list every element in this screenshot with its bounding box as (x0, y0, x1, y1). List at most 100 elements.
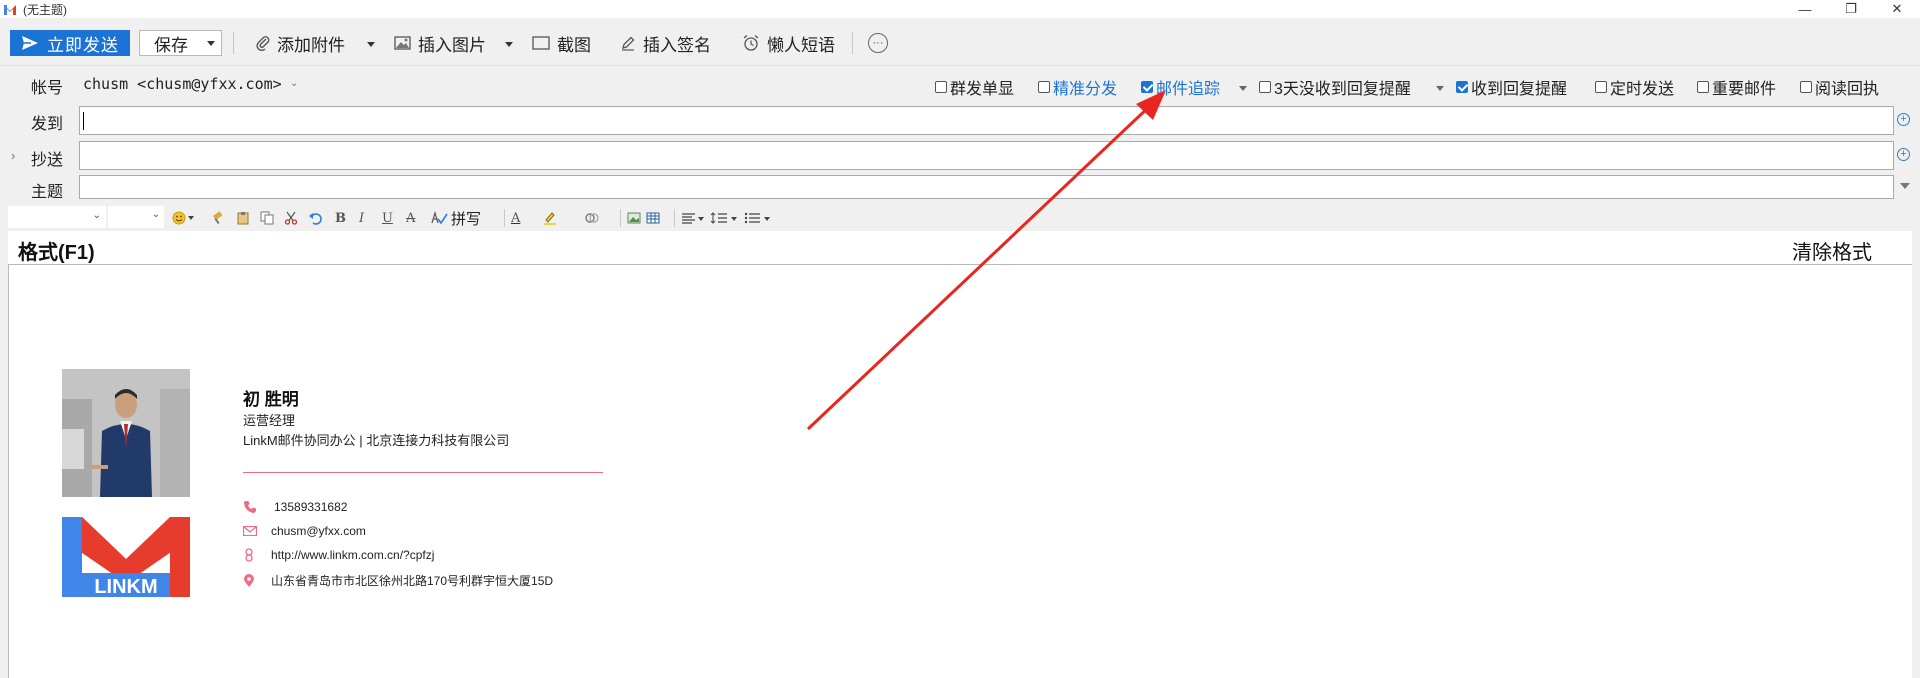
image-icon (394, 36, 411, 50)
insert-signature-label: 插入签名 (643, 35, 711, 55)
precise-send-label: 精准分发 (1053, 81, 1118, 98)
insert-image-dropdown-caret-icon[interactable] (505, 42, 513, 47)
window-title: (无主题) (23, 2, 67, 17)
close-icon: ✕ (1891, 1, 1903, 16)
expand-bcc-chevron-icon[interactable]: › (11, 148, 15, 163)
title-bar: (无主题) (0, 0, 1920, 18)
screenshot-label: 截图 (557, 35, 591, 55)
underline-icon[interactable]: U (382, 209, 393, 227)
close-button[interactable]: ✕ (1874, 0, 1920, 18)
linkm-logo: LINKM (62, 517, 190, 598)
no-reply-3days-label: 3天没收到回复提醒 (1274, 81, 1411, 98)
quick-phrase-button[interactable]: 懒人短语 (742, 30, 835, 56)
signature-email-row: chusm@yfxx.com (243, 524, 366, 538)
signature-address-row: 山东省青岛市市北区徐州北路170号利群宇恒大厦15D (243, 572, 553, 589)
option-no-reply-3days[interactable]: 3天没收到回复提醒 (1259, 75, 1411, 99)
format-painter-icon[interactable] (212, 209, 226, 227)
list-icon[interactable] (744, 209, 772, 227)
no-reply-3days-checkbox[interactable] (1259, 81, 1271, 93)
table-icon[interactable] (646, 209, 660, 227)
save-dropdown-caret-icon[interactable] (207, 41, 215, 46)
clear-format-button[interactable]: 清除格式 (1792, 236, 1872, 265)
format-mode-label[interactable]: 格式(F1) (18, 236, 95, 265)
subject-label: 主题 (31, 184, 64, 201)
chevron-down-icon: ⌄ (92, 210, 101, 221)
spellcheck-button[interactable]: 拼写 (430, 209, 481, 228)
to-input[interactable] (79, 106, 1894, 135)
format-header: 格式(F1) 清除格式 (8, 231, 1912, 265)
read-receipt-checkbox[interactable] (1800, 81, 1812, 93)
maximize-button[interactable]: ❐ (1828, 0, 1874, 18)
location-pin-icon (243, 573, 263, 588)
mail-tracking-dropdown-caret-icon[interactable] (1239, 86, 1247, 91)
account-label: 帐号 (31, 80, 64, 97)
option-mail-tracking[interactable]: 邮件追踪 (1141, 75, 1220, 99)
option-read-receipt[interactable]: 阅读回执 (1800, 75, 1879, 99)
important-checkbox[interactable] (1697, 81, 1709, 93)
precise-send-checkbox[interactable] (1038, 81, 1050, 93)
alarm-clock-icon (742, 34, 760, 52)
undo-icon[interactable] (308, 209, 322, 227)
save-button[interactable]: 保存 (139, 30, 222, 56)
cc-input[interactable] (79, 141, 1894, 170)
signature-divider (243, 472, 603, 473)
option-precise-send[interactable]: 精准分发 (1038, 75, 1117, 99)
pen-icon (620, 35, 636, 51)
send-icon (22, 36, 38, 50)
quick-phrase-label: 懒人短语 (767, 35, 835, 55)
send-now-button[interactable]: 立即发送 (10, 30, 130, 56)
insert-image-label: 插入图片 (418, 35, 486, 55)
cut-icon[interactable] (284, 209, 298, 227)
scheduled-send-checkbox[interactable] (1595, 81, 1607, 93)
more-dots-icon: ··· (872, 37, 884, 49)
highlight-icon[interactable] (542, 209, 558, 227)
insert-image-button[interactable]: 插入图片 (394, 30, 486, 56)
cc-label: 抄送 (31, 152, 64, 169)
attach-button[interactable]: 添加附件 (256, 30, 345, 56)
minimize-button[interactable]: — (1782, 0, 1828, 18)
strikethrough-icon[interactable]: A (406, 209, 415, 227)
font-color-icon[interactable]: A (504, 209, 520, 227)
option-reply-notify[interactable]: 收到回复提醒 (1456, 75, 1567, 99)
italic-icon[interactable]: I (359, 209, 364, 227)
paste-icon[interactable] (236, 209, 250, 227)
emoji-icon[interactable] (172, 209, 196, 227)
important-label: 重要邮件 (1712, 81, 1777, 98)
link-icon[interactable] (584, 209, 600, 227)
chevron-down-icon[interactable]: ⌄ (290, 78, 298, 89)
paperclip-icon (256, 35, 270, 51)
font-family-select[interactable]: ⌄ (8, 206, 106, 228)
signature-url-row: http://www.linkm.com.cn/?cpfzj (243, 548, 434, 562)
line-spacing-icon[interactable] (710, 209, 738, 227)
signature-name: 初 胜明 (243, 390, 299, 409)
logo-text: LINKM (94, 576, 157, 597)
signature-photo (62, 369, 190, 497)
attach-dropdown-caret-icon[interactable] (367, 42, 375, 47)
align-icon[interactable] (674, 209, 705, 227)
account-select[interactable]: chusm <chusm@yfxx.com> (83, 75, 282, 93)
insert-signature-button[interactable]: 插入签名 (620, 30, 711, 56)
insert-image-small-icon[interactable] (620, 209, 641, 227)
option-scheduled-send[interactable]: 定时发送 (1595, 75, 1674, 99)
subject-input[interactable] (79, 175, 1894, 199)
scheduled-send-label: 定时发送 (1610, 81, 1675, 98)
subject-dropdown-icon[interactable] (1900, 183, 1910, 189)
copy-icon[interactable] (260, 209, 274, 227)
reply-notify-checkbox[interactable] (1456, 81, 1468, 93)
option-group-single[interactable]: 群发单显 (935, 75, 1014, 99)
no-reply-dropdown-caret-icon[interactable] (1436, 86, 1444, 91)
signature-url[interactable]: http://www.linkm.com.cn/?cpfzj (271, 548, 434, 562)
screenshot-button[interactable]: 截图 (532, 30, 591, 56)
more-options-button[interactable]: ··· (868, 33, 888, 53)
mail-tracking-checkbox[interactable] (1141, 81, 1153, 93)
font-size-select[interactable]: ⌄ (108, 206, 164, 228)
reply-notify-label: 收到回复提醒 (1471, 81, 1568, 98)
group-single-checkbox[interactable] (935, 81, 947, 93)
signature-email[interactable]: chusm@yfxx.com (271, 524, 366, 538)
add-cc-icon[interactable]: + (1897, 148, 1910, 161)
read-receipt-label: 阅读回执 (1815, 81, 1880, 98)
add-recipient-icon[interactable]: + (1897, 113, 1910, 126)
bold-icon[interactable]: B (335, 209, 346, 227)
mail-tracking-label: 邮件追踪 (1156, 81, 1221, 98)
option-important[interactable]: 重要邮件 (1697, 75, 1776, 99)
